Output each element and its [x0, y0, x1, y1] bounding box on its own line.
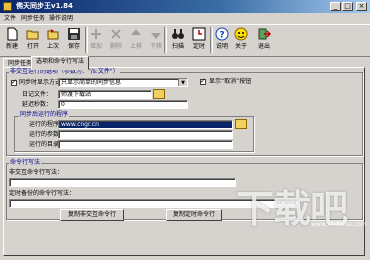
log-file-label: 日记文件：: [22, 91, 53, 98]
scheduled-label: 定时备份的命令行写法：: [9, 190, 76, 197]
move-up-icon: [131, 29, 141, 35]
minimize-button[interactable]: _: [330, 2, 341, 11]
non-interactive-label: 非交互命令行写法：: [9, 169, 64, 176]
tab-options-cmdline[interactable]: 选项和命令行写法: [31, 56, 90, 70]
last-icon: [47, 29, 59, 40]
delay-input[interactable]: 0: [58, 100, 188, 109]
watermark-site: www.xiazaiba.com: [311, 221, 367, 228]
app-icon: [3, 2, 12, 11]
params-input[interactable]: [58, 130, 233, 139]
cmdline-group-title: 命令行写法: [9, 159, 42, 167]
about-label: 关于: [234, 43, 247, 50]
dir-input[interactable]: [58, 140, 233, 149]
delete-icon: [111, 29, 121, 39]
log-file-browse-folder-icon[interactable]: [153, 89, 165, 99]
program-browse-folder-icon[interactable]: [235, 119, 247, 129]
copy-non-interactive-button[interactable]: 复制非交互命令行: [60, 209, 124, 221]
maximize-button[interactable]: □: [342, 2, 353, 11]
show-method-checkbox[interactable]: [11, 78, 17, 87]
clock-icon: [192, 27, 206, 41]
show-cancel-label: 显示“取消”按钮: [209, 78, 252, 85]
about-button[interactable]: 关于: [229, 26, 253, 54]
chevron-down-icon[interactable]: ▼: [178, 79, 187, 86]
save-icon: [68, 28, 80, 40]
non-interactive-cmdline-field[interactable]: [9, 178, 236, 187]
save-button[interactable]: 保存: [62, 26, 86, 54]
show-method-select[interactable]: 只显示简单的同步信息 ▼: [58, 78, 188, 87]
smiley-icon: [234, 27, 248, 41]
show-method-value: 只显示简单的同步信息: [61, 79, 122, 86]
timer-button[interactable]: 定时: [187, 26, 211, 54]
binoculars-icon: [172, 29, 184, 39]
copy-scheduled-button[interactable]: 复制定时命令行: [166, 209, 222, 221]
window-title: 佛天同步王v1.84: [16, 2, 73, 10]
menu-file[interactable]: 文件: [4, 14, 16, 23]
post-sync-group-title: 同步后运行的程序: [19, 111, 70, 119]
add-icon: [91, 29, 101, 39]
menu-sync-task[interactable]: 同步任务: [21, 14, 45, 23]
program-input[interactable]: www.cngr.cn: [58, 120, 233, 129]
move-down-icon: [151, 33, 161, 39]
show-cancel-checkbox[interactable]: [200, 77, 206, 86]
exit-button[interactable]: 退出: [252, 26, 276, 54]
exit-label: 退出: [257, 43, 270, 50]
close-button[interactable]: ×: [356, 2, 367, 11]
menu-instructions[interactable]: 操作说明: [49, 14, 73, 23]
timer-label: 定时: [192, 43, 205, 50]
log-file-input[interactable]: 师渡下载站: [58, 90, 152, 99]
svg-text:?: ?: [219, 31, 224, 41]
save-label: 保存: [67, 43, 80, 50]
new-file-icon: [7, 27, 18, 41]
help-icon: ?: [215, 27, 229, 41]
open-folder-icon: [26, 30, 39, 40]
delay-label: 延迟秒数：: [22, 101, 53, 108]
exit-icon: [258, 28, 271, 40]
